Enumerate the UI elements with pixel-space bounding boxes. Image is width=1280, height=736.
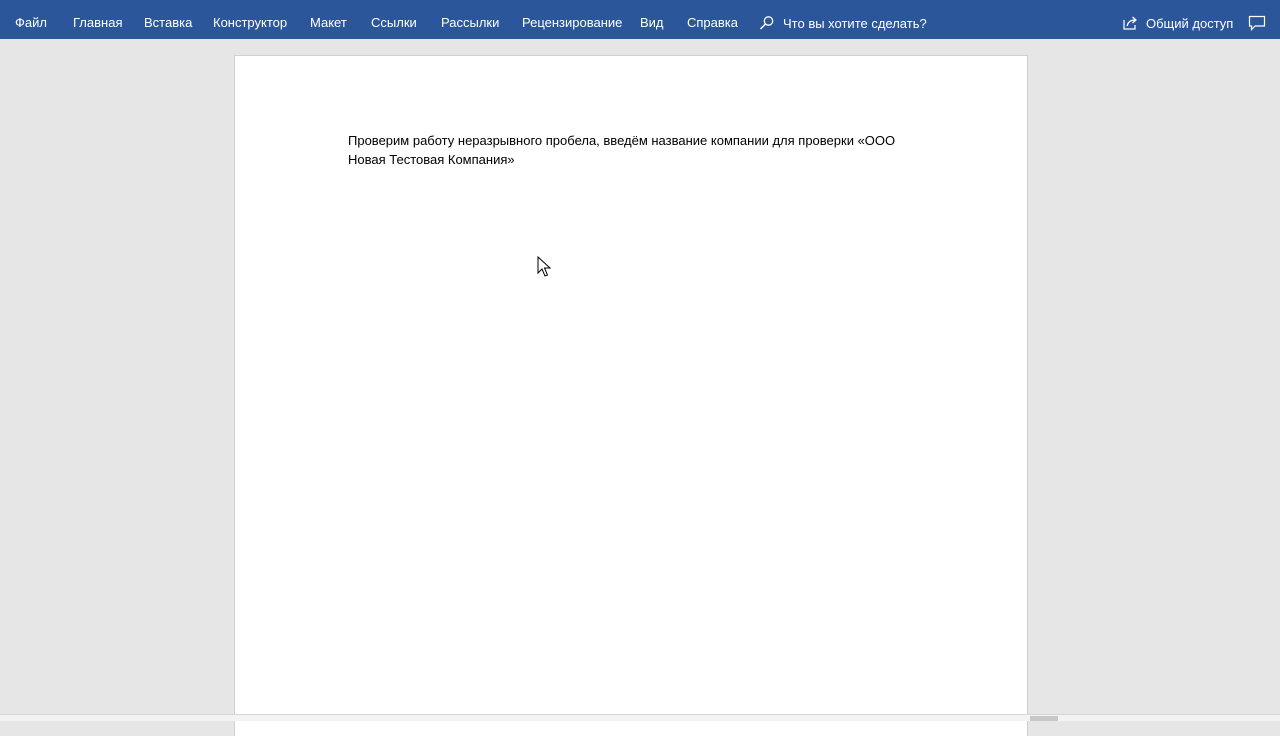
print-layout-button[interactable]: [1030, 716, 1058, 721]
comment-icon: [1248, 15, 1266, 31]
comments-button[interactable]: [1248, 0, 1266, 39]
tab-help[interactable]: Справка: [687, 0, 738, 39]
tab-view[interactable]: Вид: [640, 0, 664, 39]
document-line-1: Проверим работу неразрывного пробела, вв…: [348, 133, 896, 148]
tab-references[interactable]: Ссылки: [371, 0, 417, 39]
tab-design[interactable]: Конструктор: [213, 0, 287, 39]
share-button[interactable]: Общий доступ: [1122, 0, 1233, 39]
share-label: Общий доступ: [1146, 15, 1234, 31]
share-icon: [1122, 15, 1138, 31]
read-mode-button[interactable]: [996, 716, 1024, 721]
tab-insert[interactable]: Вставка: [144, 0, 192, 39]
tab-review[interactable]: Рецензирование: [522, 0, 622, 39]
document-body-text[interactable]: Проверим работу неразрывного пробела, вв…: [348, 131, 928, 169]
tell-me-search[interactable]: Что вы хотите сделать?: [759, 0, 927, 39]
web-layout-button[interactable]: [1070, 716, 1098, 721]
document-line-2: Новая Тестовая Компания»: [348, 152, 515, 167]
tab-file[interactable]: Файл: [15, 0, 47, 39]
tab-home[interactable]: Главная: [73, 0, 122, 39]
ribbon-tab-bar: Файл Главная Вставка Конструктор Макет С…: [0, 0, 1280, 39]
mouse-pointer-icon: [537, 255, 552, 283]
search-icon: [759, 15, 775, 31]
document-page[interactable]: Проверим работу неразрывного пробела, вв…: [235, 56, 1027, 736]
tab-layout[interactable]: Макет: [310, 0, 347, 39]
tell-me-label: Что вы хотите сделать?: [783, 15, 927, 31]
tab-mailings[interactable]: Рассылки: [441, 0, 499, 39]
